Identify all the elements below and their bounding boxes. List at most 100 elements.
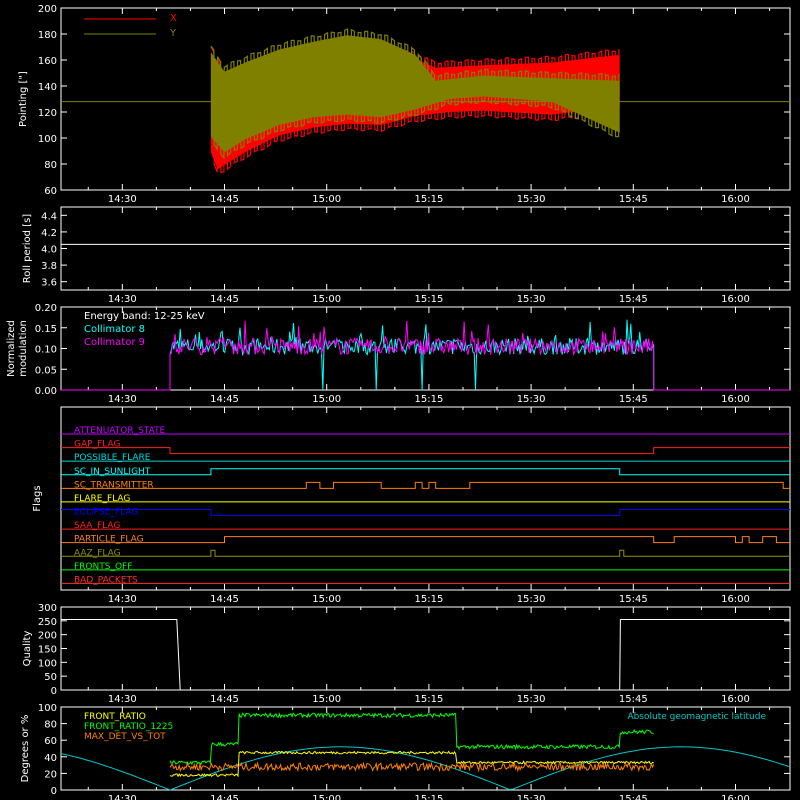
pointing-xtick-label: 15:15 xyxy=(414,194,443,205)
legend-x-label: X xyxy=(170,13,177,24)
pointing-ytick-label: 120 xyxy=(38,108,57,119)
ratios-xtick-label: 15:30 xyxy=(517,794,546,800)
quality-xtick-label: 15:45 xyxy=(619,694,648,705)
quality-ytick-label: 150 xyxy=(38,645,57,656)
ratios-ytick-label: 80 xyxy=(44,720,57,731)
pointing-xtick-label: 15:30 xyxy=(517,194,546,205)
roll-ytick-label: 4.0 xyxy=(41,245,57,256)
roll-frame xyxy=(60,206,791,291)
quality-ytick-label: 50 xyxy=(44,672,57,683)
flags-xtick-label: 16:00 xyxy=(721,594,750,605)
mod-ytick-label: 0.00 xyxy=(35,386,57,397)
pointing-ytick-label: 160 xyxy=(38,56,57,67)
mod-ylabel-1: Normalized xyxy=(6,320,17,377)
ratios-xtick-label: 15:15 xyxy=(414,794,443,800)
flags-xtick-label: 14:30 xyxy=(108,594,137,605)
mod-xtick-label: 15:00 xyxy=(312,394,341,405)
roll-xtick-label: 15:30 xyxy=(517,294,546,305)
mod-legend-collimator-9: Collimator 9 xyxy=(84,337,145,348)
roll-xtick-label: 15:00 xyxy=(312,294,341,305)
legend-y-label: Y xyxy=(169,28,177,39)
flags-xtick-label: 15:45 xyxy=(619,594,648,605)
ratios-ytick-label: 40 xyxy=(44,753,57,764)
pointing-ytick-label: 180 xyxy=(38,30,57,41)
mod-energy-band: Energy band: 12-25 keV xyxy=(84,311,205,322)
pointing-ylabel: Pointing ["] xyxy=(18,71,29,127)
mod-ytick-label: 0.15 xyxy=(35,324,57,335)
ratios-ytick-label: 100 xyxy=(38,703,57,714)
mod-xtick-label: 15:30 xyxy=(517,394,546,405)
ratios-ytick-label: 0 xyxy=(51,786,57,797)
ratios-ytick-label: 60 xyxy=(44,736,57,747)
quality-xtick-label: 15:15 xyxy=(414,694,443,705)
flag-trace-sc-transmitter xyxy=(61,481,790,489)
ratios-ytick-label: 20 xyxy=(44,769,57,780)
flags-xtick-label: 14:45 xyxy=(210,594,239,605)
roll-ytick-label: 4.4 xyxy=(41,211,57,222)
flags-xtick-label: 15:15 xyxy=(414,594,443,605)
pointing-xtick-label: 15:45 xyxy=(619,194,648,205)
quality-xtick-label: 15:30 xyxy=(517,694,546,705)
ratios-xtick-label: 14:45 xyxy=(210,794,239,800)
quality-ytick-label: 250 xyxy=(38,617,57,628)
ratios-series-front-ratio-1225 xyxy=(169,712,654,766)
quality-xtick-label: 15:00 xyxy=(312,694,341,705)
quality-xtick-label: 14:45 xyxy=(210,694,239,705)
quality-xtick-label: 16:00 xyxy=(721,694,750,705)
pointing-xtick-label: 14:45 xyxy=(210,194,239,205)
mod-ytick-label: 0.10 xyxy=(35,345,57,356)
quality-ytick-label: 300 xyxy=(38,603,57,614)
quality-trace xyxy=(61,619,790,691)
quality-ylabel: Quality xyxy=(22,631,33,667)
pointing-ytick-label: 140 xyxy=(38,82,57,93)
mod-ylabel-2: modulation xyxy=(18,320,29,377)
ratios-legend-front-ratio: FRONT_RATIO xyxy=(84,712,146,722)
roll-ytick-label: 4.2 xyxy=(41,228,57,239)
ratios-xtick-label: 16:00 xyxy=(721,794,750,800)
roll-xtick-label: 14:45 xyxy=(210,294,239,305)
quality-ytick-label: 100 xyxy=(38,658,57,669)
roll-xtick-label: 15:15 xyxy=(414,294,443,305)
quality-ytick-label: 0 xyxy=(51,686,57,697)
quality-xtick-label: 14:30 xyxy=(108,694,137,705)
figure: 14:30 14:45 15:00 15:15 15:30 15:45 16:00 60 80 1… xyxy=(6,4,791,800)
roll-ylabel: Roll period [s] xyxy=(22,214,33,283)
flags-xtick-label: 15:30 xyxy=(517,594,546,605)
ratios-xtick-label: 15:00 xyxy=(312,794,341,800)
flags-ylabel: Flags xyxy=(32,485,43,511)
ratios-xtick-label: 15:45 xyxy=(619,794,648,800)
ratios-xtick-label: 14:30 xyxy=(108,794,137,800)
roll-xtick-label: 14:30 xyxy=(108,294,137,305)
ratios-legend-geomag: Absolute geomagnetic latitude xyxy=(627,712,766,722)
roll-ytick-label: 3.8 xyxy=(41,261,57,272)
quality-ytick-label: 200 xyxy=(38,631,57,642)
ratios-ylabel: Degrees or % xyxy=(20,715,31,783)
flags-xtick-label: 15:00 xyxy=(312,594,341,605)
mod-xtick-label: 15:45 xyxy=(619,394,648,405)
ratios-legend-front-ratio-1225: FRONT_RATIO_1225 xyxy=(84,722,173,732)
flag-trace-aaz-flag xyxy=(61,549,790,557)
roll-xtick-label: 16:00 xyxy=(721,294,750,305)
flag-trace-eclipse-flag xyxy=(61,509,790,516)
ratios-series-max-det-vs-tot xyxy=(169,761,655,773)
ratios-legend-max-det: MAX_DET_VS_TOT xyxy=(84,732,166,742)
mod-xtick-label: 16:00 xyxy=(721,394,750,405)
pointing-ytick-label: 60 xyxy=(44,186,57,197)
mod-xtick-label: 14:30 xyxy=(108,394,137,405)
pointing-xtick-label: 16:00 xyxy=(721,194,750,205)
mod-legend-collimator-8: Collimator 8 xyxy=(84,324,145,335)
pointing-ytick-label: 100 xyxy=(38,134,57,145)
pointing-ytick-label: 200 xyxy=(38,4,57,15)
mod-ytick-label: 0.20 xyxy=(35,303,57,314)
mod-ytick-label: 0.05 xyxy=(35,365,57,376)
mod-xtick-label: 15:15 xyxy=(414,394,443,405)
roll-xtick-label: 15:45 xyxy=(619,294,648,305)
flag-trace-particle-flag xyxy=(61,536,790,544)
flag-trace-gap-flag xyxy=(61,447,790,455)
pointing-ytick-label: 80 xyxy=(44,160,57,171)
pointing-xtick-label: 14:30 xyxy=(108,194,137,205)
roll-ytick-label: 3.6 xyxy=(41,278,57,289)
flag-trace-sc-in-sunlight xyxy=(61,468,790,476)
pointing-xtick-label: 15:00 xyxy=(312,194,341,205)
mod-xtick-label: 14:45 xyxy=(210,394,239,405)
